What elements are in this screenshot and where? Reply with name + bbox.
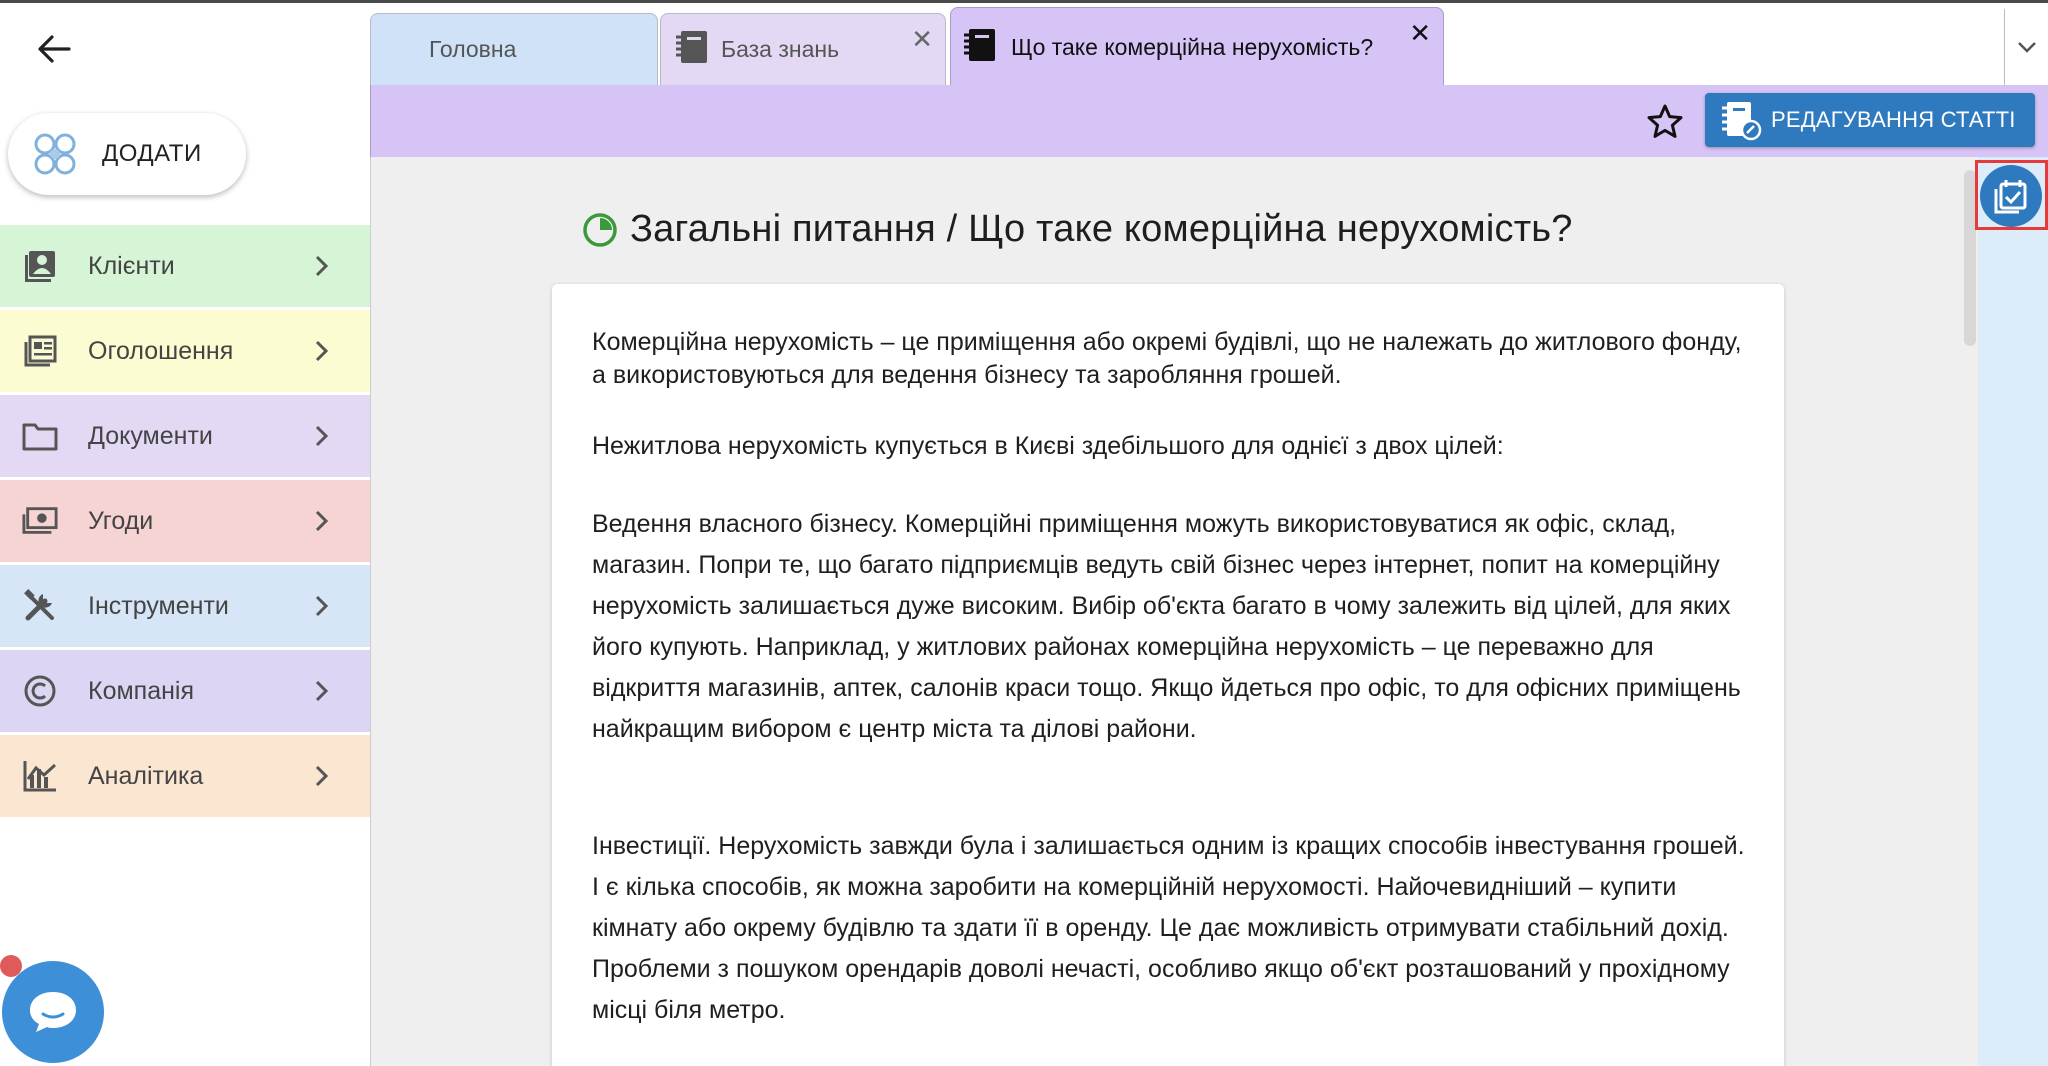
listing-icon [22, 333, 58, 369]
sidebar-item-analytics[interactable]: Аналітика [0, 735, 370, 817]
analytics-icon [22, 758, 58, 794]
tab-label: База знань [721, 36, 840, 62]
copyright-icon [22, 673, 58, 709]
tab-home[interactable]: Головна [370, 13, 658, 85]
sidebar: ДОДАТИ Клієнти Оголошення Документи Угод… [0, 3, 370, 1066]
sidebar-item-label: Компанія [88, 676, 194, 705]
sidebar-item-listings[interactable]: Оголошення [0, 310, 370, 392]
chevron-right-icon [315, 425, 329, 447]
tab-article[interactable]: Що таке комерційна нерухомість? ✕ [950, 7, 1444, 87]
arrow-left-icon [38, 35, 71, 63]
article-paragraph: Ведення власного бізнесу. Комерційні при… [592, 510, 1741, 743]
contacts-icon [22, 248, 58, 284]
sidebar-item-label: Угоди [88, 506, 154, 535]
article-paragraph: Нежитлова нерухомість купується в Києві … [592, 432, 1504, 460]
add-button[interactable]: ДОДАТИ [8, 113, 246, 195]
tab-close-button[interactable]: ✕ [1409, 20, 1431, 46]
right-rail [1978, 157, 2048, 1066]
notebook-edit-icon [1722, 102, 1762, 141]
add-logo-icon [34, 133, 76, 175]
chevron-right-icon [315, 255, 329, 277]
pie-chart-icon [583, 212, 617, 247]
page-title: Загальні питання / Що таке комерційна не… [582, 208, 1573, 251]
chevron-right-icon [315, 595, 329, 617]
money-icon [22, 503, 58, 539]
sidebar-item-label: Оголошення [88, 336, 234, 365]
sidebar-item-company[interactable]: Компанія [0, 650, 370, 732]
favorite-button[interactable] [1642, 99, 1688, 145]
sidebar-item-label: Аналітика [88, 761, 204, 790]
back-button[interactable] [30, 25, 78, 73]
chevron-right-icon [315, 765, 329, 787]
chevron-right-icon [315, 510, 329, 532]
chevron-down-icon [2017, 42, 2036, 53]
add-button-label: ДОДАТИ [102, 140, 202, 167]
sidebar-item-documents[interactable]: Документи [0, 395, 370, 477]
sidebar-item-label: Документи [88, 421, 213, 450]
notebook-icon [961, 27, 999, 68]
article-paragraph: Комерційна нерухомість – це приміщення а… [592, 328, 1742, 389]
calendar-check-icon [1994, 180, 2027, 214]
chat-button[interactable] [2, 961, 104, 1063]
tasks-button[interactable] [1980, 165, 2042, 227]
chat-bubble-icon [30, 992, 76, 1032]
tab-knowledge-base[interactable]: База знань ✕ [660, 13, 946, 85]
tab-close-button[interactable]: ✕ [911, 26, 933, 52]
article-card: Комерційна нерухомість – це приміщення а… [552, 284, 1784, 1066]
article-paragraph: Інвестиції. Нерухомість завжди була і за… [592, 832, 1745, 1024]
folder-icon [22, 418, 58, 454]
tab-label: Що таке комерційна нерухомість? [1011, 34, 1374, 60]
edit-article-button[interactable]: РЕДАГУВАННЯ СТАТТІ [1705, 93, 2035, 147]
page-title-text: Загальні питання / Що таке комерційна не… [630, 208, 1573, 250]
chevron-right-icon [315, 680, 329, 702]
sidebar-item-clients[interactable]: Клієнти [0, 225, 370, 307]
star-icon [1647, 104, 1683, 138]
article-toolbar: РЕДАГУВАННЯ СТАТТІ [370, 85, 2048, 157]
notebook-icon [673, 29, 711, 70]
tab-bar: Головна База знань ✕ Що таке комерційна … [370, 3, 2048, 87]
sidebar-item-label: Інструменти [88, 591, 229, 620]
tools-icon [22, 588, 58, 624]
tab-label: Головна [429, 36, 517, 62]
tabs-dropdown-button[interactable] [2004, 9, 2048, 85]
sidebar-menu: Клієнти Оголошення Документи Угоди Інстр… [0, 225, 370, 820]
sidebar-item-tools[interactable]: Інструменти [0, 565, 370, 647]
chevron-right-icon [315, 340, 329, 362]
sidebar-item-label: Клієнти [88, 251, 175, 280]
sidebar-item-deals[interactable]: Угоди [0, 480, 370, 562]
edit-article-label: РЕДАГУВАННЯ СТАТТІ [1771, 107, 2016, 132]
